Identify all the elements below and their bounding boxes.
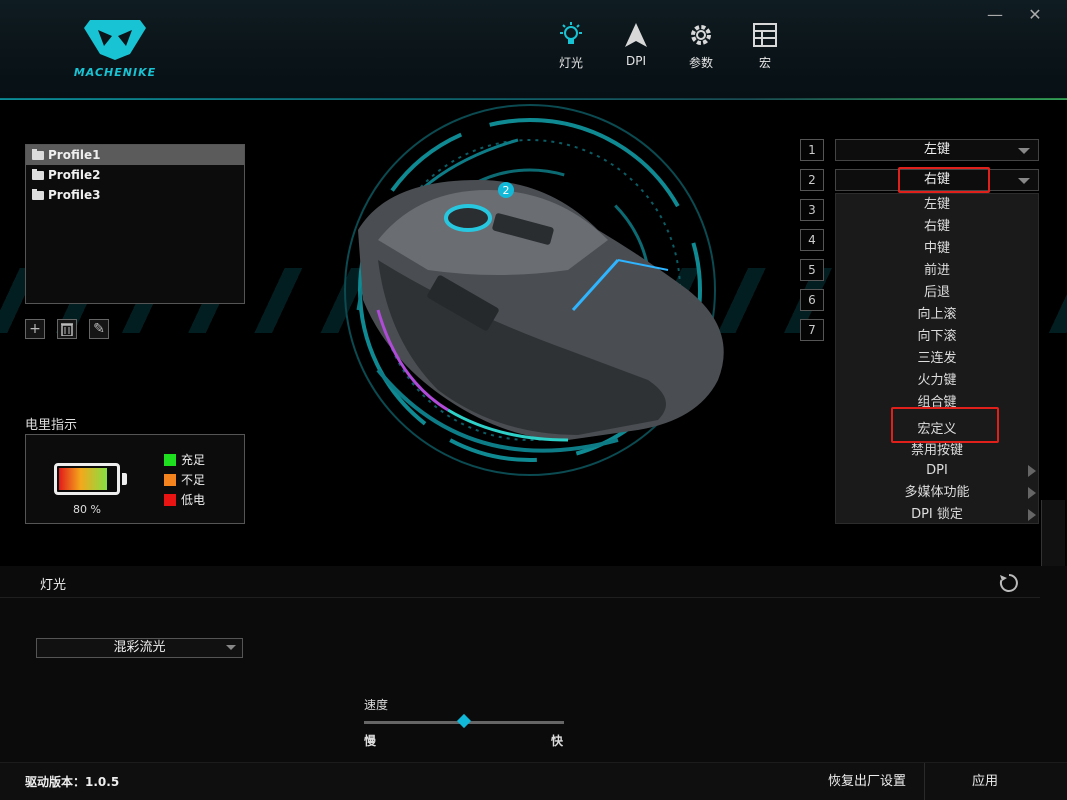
apply-button[interactable]: 应用 [925, 763, 1045, 800]
speed-fast-label: 快 [551, 734, 564, 748]
trash-icon [61, 323, 73, 337]
brand-logo-text: MACHENIKE [73, 66, 157, 79]
profile-item[interactable]: Profile3 [26, 185, 244, 205]
dropdown-option-label: DPI 锁定 [911, 507, 963, 522]
legend-swatch-critical [164, 493, 176, 506]
profile-item[interactable]: Profile2 [26, 165, 244, 185]
profile-item[interactable]: Profile1 [26, 145, 244, 165]
mouse-button-marker: 2 [503, 184, 510, 197]
add-profile-button[interactable]: + [25, 319, 45, 339]
dropdown-option[interactable]: 三连发 [836, 348, 1038, 370]
close-button[interactable]: ✕ [1024, 6, 1046, 24]
button-function-dropdown: 左键 右键 中键 前进 后退 向上滚 向下滚 三连发 火力键 组合键 宏定义 禁… [835, 193, 1039, 524]
dropdown-option[interactable]: 向上滚 [836, 304, 1038, 326]
dropdown-option[interactable]: 前进 [836, 260, 1038, 282]
gear-icon [691, 25, 711, 45]
slot-number: 4 [800, 229, 824, 251]
battery-percent: 80 % [73, 503, 101, 516]
legend-label: 充足 [181, 453, 206, 467]
battery-panel: 80 % 充足 不足 低电 [25, 434, 245, 524]
battery-title: 电里指示 [25, 418, 78, 433]
minimize-button[interactable]: — [984, 6, 1006, 24]
arrow-up-icon [625, 23, 647, 47]
dropdown-option[interactable]: 禁用按键 [836, 444, 1038, 460]
chevron-right-icon [1028, 487, 1036, 499]
dropdown-option-dpi-lock[interactable]: DPI 锁定 [836, 504, 1038, 526]
legend-critical: 低电 [164, 491, 205, 508]
legend-swatch-low [164, 473, 176, 486]
mouse-preview: 2 [344, 104, 724, 476]
dropdown-option-label: 多媒体功能 [904, 485, 970, 500]
nav-macro[interactable]: 宏 [740, 22, 790, 71]
lighting-mode-select[interactable]: 混彩流光 [36, 638, 243, 658]
lighting-title: 灯光 [40, 578, 67, 593]
legend-full: 充足 [164, 451, 205, 468]
dropdown-option[interactable]: 中键 [836, 238, 1038, 260]
chevron-down-icon [1018, 148, 1030, 154]
dropdown-option[interactable]: 左键 [836, 194, 1038, 216]
legend-low: 不足 [164, 471, 205, 488]
profile-label: Profile2 [48, 168, 101, 182]
slot-number: 7 [800, 319, 824, 341]
dropdown-option-media[interactable]: 多媒体功能 [836, 482, 1038, 504]
slot-1-select[interactable]: 左键 [835, 139, 1039, 161]
dropdown-option-dpi[interactable]: DPI [836, 460, 1038, 482]
slot-number: 2 [800, 169, 824, 191]
reset-factory-button[interactable]: 恢复出厂设置 [810, 763, 924, 800]
speed-slider-thumb[interactable] [456, 713, 472, 729]
slot-number: 6 [800, 289, 824, 311]
bulb-icon [560, 22, 582, 44]
legend-label: 不足 [181, 473, 206, 487]
folder-icon [32, 188, 44, 200]
profile-label: Profile1 [48, 148, 101, 162]
footer: 驱动版本：1.0.5 恢复出厂设置 应用 [0, 762, 1067, 800]
grid-icon [753, 23, 777, 47]
logo-mark-icon [84, 20, 146, 60]
driver-version: 驱动版本：1.0.5 [25, 775, 120, 789]
profile-list: Profile1 Profile2 Profile3 [25, 144, 245, 304]
battery-icon [54, 463, 120, 495]
slot-number: 5 [800, 259, 824, 281]
legend-label: 低电 [181, 493, 206, 507]
slot-1-value: 左键 [923, 142, 950, 157]
nav-dpi[interactable]: DPI [611, 22, 661, 68]
folder-icon [32, 168, 44, 180]
nav-params[interactable]: 参数 [676, 22, 726, 71]
speed-label: 速度 [364, 698, 389, 712]
highlight-box-slot2 [898, 167, 990, 193]
dropdown-option-label: DPI [926, 463, 948, 478]
brand-logo: MACHENIKE [60, 14, 170, 84]
nav-params-label: 参数 [688, 56, 713, 70]
dropdown-option[interactable]: 右键 [836, 216, 1038, 238]
delete-profile-button[interactable] [57, 319, 77, 339]
speed-slow-label: 慢 [364, 734, 377, 748]
chevron-right-icon [1028, 509, 1036, 521]
folder-icon [32, 148, 44, 160]
legend-swatch-full [164, 453, 176, 466]
lighting-header: 灯光 [0, 566, 1040, 598]
lighting-mode-value: 混彩流光 [113, 640, 166, 655]
dropdown-option[interactable]: 向下滚 [836, 326, 1038, 348]
slot-number: 1 [800, 139, 824, 161]
battery-tip [122, 473, 127, 485]
chevron-right-icon [1028, 465, 1036, 477]
dropdown-option[interactable]: 后退 [836, 282, 1038, 304]
slot-number: 3 [800, 199, 824, 221]
chevron-down-icon [1018, 178, 1030, 184]
battery-level-fill [59, 468, 107, 490]
profile-label: Profile3 [48, 188, 101, 202]
dropdown-option[interactable]: 火力键 [836, 370, 1038, 392]
nav-dpi-label: DPI [625, 54, 646, 68]
nav-macro-label: 宏 [758, 56, 771, 70]
edit-profile-button[interactable]: ✎ [89, 319, 109, 339]
chevron-down-icon [226, 645, 236, 650]
lighting-panel: 灯光 混彩流光 速度 慢 快 [0, 566, 1067, 762]
nav-lighting-label: 灯光 [558, 56, 583, 70]
highlight-box-macro [891, 407, 999, 443]
reset-icon[interactable] [998, 572, 1020, 594]
nav-lighting[interactable]: 灯光 [546, 22, 596, 71]
